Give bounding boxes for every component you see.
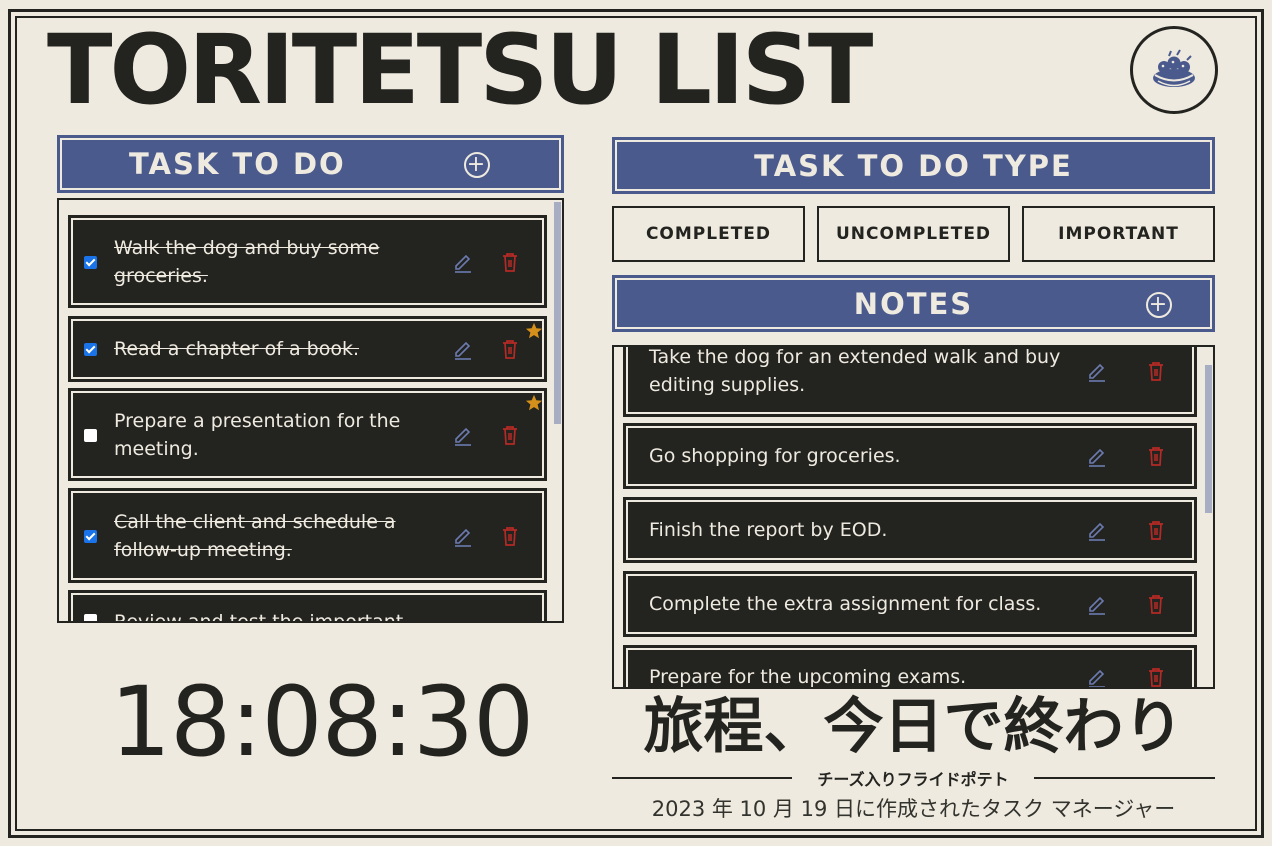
- jp-subtitle: チーズ入りフライドポテト: [817, 770, 1009, 789]
- task-checkbox[interactable]: [84, 614, 97, 621]
- edit-icon[interactable]: [1086, 666, 1108, 687]
- task-panel-header: TASK TO DO +: [57, 135, 564, 193]
- add-task-button[interactable]: +: [464, 152, 490, 178]
- task-item[interactable]: Prepare a presentation for the meeting.: [68, 388, 547, 481]
- trash-icon[interactable]: [1145, 445, 1167, 467]
- task-text: Prepare a presentation for the meeting.: [114, 409, 401, 460]
- notes-panel-header: NOTES +: [612, 275, 1215, 332]
- task-checkbox[interactable]: [84, 343, 97, 356]
- trash-icon[interactable]: [1145, 360, 1167, 382]
- task-text: Read a chapter of a book.: [114, 338, 360, 360]
- trash-icon[interactable]: [1145, 519, 1167, 541]
- task-text: Walk the dog and buy some groceries.: [114, 236, 380, 287]
- type-panel-title: TASK TO DO TYPE: [754, 148, 1073, 183]
- edit-icon[interactable]: [1086, 593, 1108, 615]
- edit-icon[interactable]: [1086, 360, 1108, 382]
- trash-icon[interactable]: [499, 525, 521, 547]
- add-note-button[interactable]: +: [1146, 292, 1172, 318]
- note-text: Prepare for the upcoming exams.: [649, 666, 967, 688]
- star-icon[interactable]: [525, 392, 543, 411]
- trash-icon[interactable]: [499, 338, 521, 360]
- note-text: Finish the report by EOD.: [649, 519, 888, 541]
- edit-icon[interactable]: [452, 251, 474, 273]
- task-text: Review and test the important: [114, 611, 404, 623]
- edit-icon[interactable]: [452, 424, 474, 446]
- task-item[interactable]: Read a chapter of a book.: [68, 316, 547, 382]
- notes-list-scrollbar[interactable]: [1205, 365, 1212, 513]
- notes-panel-title: NOTES: [853, 286, 974, 321]
- jp-title: 旅程、今日で終わり: [643, 692, 1184, 762]
- task-list-scrollbar[interactable]: [554, 202, 561, 424]
- trash-icon[interactable]: [499, 251, 521, 273]
- filter-important-button[interactable]: IMPORTANT: [1022, 206, 1215, 262]
- jp-footer: 2023 年 10 月 19 日に作成されたタスク マネージャー: [651, 797, 1176, 821]
- clock: 18:08:30: [110, 666, 534, 778]
- app-title: TORITETSU LIST: [47, 14, 873, 126]
- note-item[interactable]: Complete the extra assignment for class.: [623, 571, 1197, 637]
- note-item[interactable]: Finish the report by EOD.: [623, 497, 1197, 563]
- bird-nest-icon: [1130, 26, 1218, 114]
- edit-icon[interactable]: [1086, 445, 1108, 467]
- task-text: Call the client and schedule a follow-up…: [114, 510, 396, 561]
- note-text: Go shopping for groceries.: [649, 445, 901, 467]
- trash-icon[interactable]: [499, 424, 521, 446]
- task-checkbox[interactable]: [84, 255, 97, 269]
- star-icon[interactable]: [525, 320, 543, 339]
- note-text: Complete the extra assignment for class.: [649, 593, 1042, 615]
- filter-completed-button[interactable]: COMPLETED: [612, 206, 805, 262]
- task-item[interactable]: Review and test the important: [68, 590, 547, 623]
- task-checkbox[interactable]: [84, 529, 97, 543]
- task-item[interactable]: Walk the dog and buy some groceries.: [68, 215, 547, 308]
- task-panel-title: TASK TO DO: [129, 147, 346, 181]
- divider-left: [612, 777, 792, 779]
- filter-uncompleted-button[interactable]: UNCOMPLETED: [817, 206, 1010, 262]
- note-item[interactable]: Go shopping for groceries.: [623, 423, 1197, 489]
- task-item[interactable]: Call the client and schedule a follow-up…: [68, 488, 547, 583]
- trash-icon[interactable]: [1145, 666, 1167, 687]
- note-item[interactable]: Prepare for the upcoming exams.: [623, 645, 1197, 688]
- notes-list[interactable]: Take the dog for an extended walk and bu…: [612, 345, 1215, 689]
- edit-icon[interactable]: [1086, 519, 1108, 541]
- note-item[interactable]: Take the dog for an extended walk and bu…: [623, 346, 1197, 417]
- trash-icon[interactable]: [1145, 593, 1167, 615]
- divider-right: [1034, 777, 1215, 779]
- task-list[interactable]: Walk the dog and buy some groceries. Read…: [57, 198, 564, 623]
- task-checkbox[interactable]: [84, 428, 97, 442]
- note-text: Take the dog for an extended walk and bu…: [649, 346, 1061, 396]
- type-panel-header: TASK TO DO TYPE: [612, 137, 1215, 194]
- edit-icon[interactable]: [452, 525, 474, 547]
- edit-icon[interactable]: [452, 338, 474, 360]
